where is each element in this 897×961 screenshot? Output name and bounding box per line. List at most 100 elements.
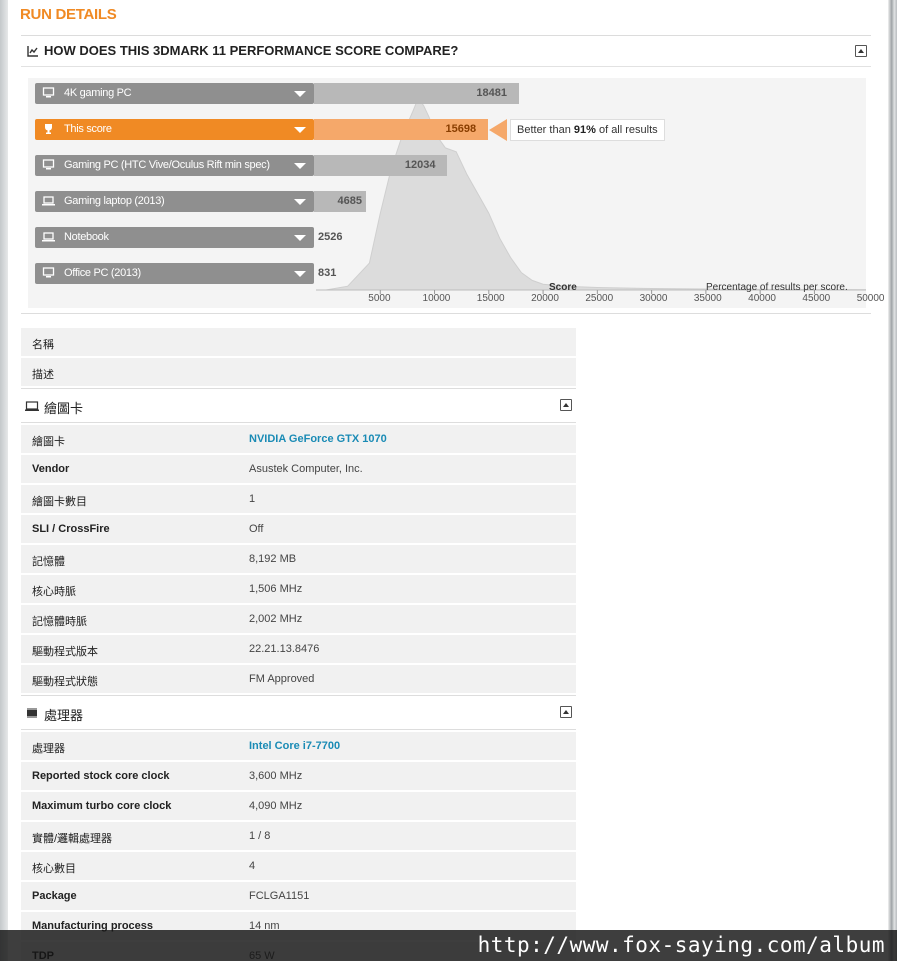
info-row: 驅動程式版本 22.21.13.8476 (21, 635, 576, 665)
chevron-down-icon (294, 199, 306, 205)
info-key: Maximum turbo core clock (32, 800, 172, 812)
better-than-arrow (489, 119, 507, 141)
comparison-dropdown[interactable]: Gaming PC (HTC Vive/Oculus Rift min spec… (35, 155, 314, 176)
info-key: 驅動程式狀態 (32, 676, 98, 688)
info-key: 繪圖卡 (32, 436, 65, 448)
score-bar: 12034 (314, 155, 448, 176)
score-value: 18481 (476, 87, 507, 99)
comparison-dropdown[interactable]: 4K gaming PC (35, 83, 314, 104)
info-row: 實體/邏輯處理器 1 / 8 (21, 822, 576, 852)
info-value: 1,506 MHz (249, 583, 303, 595)
x-tick-label: 15000 (476, 293, 505, 304)
monitor-icon (42, 87, 55, 98)
chevron-down-icon (294, 91, 306, 97)
score-bar: 831 (314, 263, 354, 284)
info-value-link[interactable]: Intel Core i7-7700 (249, 740, 340, 752)
cpu-section-title: 處理器 (44, 708, 84, 723)
score-bar: 18481 (314, 83, 519, 104)
detail-row-name: 名稱 (21, 328, 576, 358)
watermark-bar: http://www.fox-saying.com/album (0, 930, 897, 961)
detail-row-description: 描述 (21, 358, 576, 388)
better-than-suffix: of all results (595, 124, 658, 136)
gpu-section-title: 繪圖卡 (44, 401, 84, 416)
detail-key: 名稱 (32, 339, 54, 351)
info-row: 驅動程式狀態 FM Approved (21, 665, 576, 695)
info-row: 核心時脈 1,506 MHz (21, 575, 576, 605)
x-tick-label: 40000 (748, 293, 776, 304)
run-details-heading: RUN DETAILS (20, 6, 117, 23)
info-row: 繪圖卡數目 1 (21, 485, 576, 515)
info-value: 22.21.13.8476 (249, 643, 320, 655)
info-value: 3,600 MHz (249, 770, 303, 782)
comparison-label: 4K gaming PC (64, 87, 132, 99)
info-key: Package (32, 890, 77, 902)
info-key: 核心數目 (32, 863, 76, 875)
gpu-section-header: 繪圖卡 (21, 388, 576, 423)
score-bar: 4685 (314, 191, 366, 212)
laptop-icon (42, 196, 55, 206)
info-value: 8,192 MB (249, 553, 297, 565)
details-table: 名稱 描述 繪圖卡 繪圖卡 NVIDIA GeForce GTX 1070 Vend… (21, 328, 576, 961)
trophy-icon (45, 124, 52, 134)
info-value: 4 (249, 860, 256, 872)
info-key: SLI / CrossFire (32, 523, 110, 535)
comparison-label: Notebook (64, 231, 109, 243)
info-row: Maximum turbo core clock 4,090 MHz (21, 792, 576, 822)
chevron-down-icon (294, 127, 306, 133)
x-tick-label: 50000 (856, 293, 885, 304)
x-tick-label: 10000 (422, 293, 451, 304)
info-key: 驅動程式版本 (32, 646, 98, 658)
comparison-dropdown[interactable]: This score (35, 119, 314, 140)
info-key: Vendor (32, 463, 70, 475)
comparison-dropdown[interactable]: Office PC (2013) (35, 263, 314, 284)
info-key: 記憶體 (32, 556, 65, 568)
info-row: 記憶體 8,192 MB (21, 545, 576, 575)
x-tick-label: 35000 (693, 293, 722, 304)
comparison-label: Gaming laptop (2013) (64, 195, 165, 207)
x-tick-label: 5000 (368, 293, 391, 304)
info-value: 4,090 MHz (249, 800, 303, 812)
comparison-dropdown[interactable]: Gaming laptop (2013) (35, 191, 314, 212)
monitor-icon (25, 401, 39, 411)
laptop-icon (42, 232, 55, 242)
detail-key: 描述 (32, 369, 54, 381)
cpu-section-header: 處理器 (21, 695, 576, 730)
info-row: 處理器 Intel Core i7-7700 (21, 732, 576, 762)
comparison-label: Office PC (2013) (64, 267, 141, 279)
watermark-text: http://www.fox-saying.com/album (477, 933, 885, 957)
x-tick-label: 25000 (585, 293, 614, 304)
collapse-cpu-button[interactable] (560, 706, 572, 718)
score-value: 15698 (445, 123, 477, 135)
info-row: 記憶體時脈 2,002 MHz (21, 605, 576, 635)
comparison-dropdown[interactable]: Notebook (35, 227, 314, 248)
score-value: 12034 (404, 159, 436, 171)
info-value: 2,002 MHz (249, 613, 303, 625)
score-bar: 2526 (314, 227, 354, 248)
chevron-down-icon (294, 271, 306, 277)
collapse-gpu-button[interactable] (560, 399, 572, 411)
better-than-percent: 91% (573, 124, 596, 136)
info-key: Reported stock core clock (32, 770, 170, 782)
page-background-right (888, 0, 897, 961)
info-key: 核心時脈 (32, 586, 76, 598)
collapse-compare-button[interactable] (855, 45, 867, 57)
run-details-page: RUN DETAILS HOW DOES THIS 3DMARK 11 PERF… (8, 0, 888, 961)
page-background-left (0, 0, 8, 961)
info-key: 處理器 (32, 743, 65, 755)
info-row: Reported stock core clock 3,600 MHz (21, 762, 576, 792)
x-tick-label: 45000 (802, 293, 831, 304)
chevron-down-icon (294, 163, 306, 169)
score-value: 4685 (337, 195, 362, 207)
score-bar: 15698 (314, 119, 489, 140)
info-key: 實體/邏輯處理器 (32, 833, 113, 845)
info-value: Asustek Computer, Inc. (249, 463, 363, 475)
percentage-label: Percentage of results per score. (706, 282, 848, 293)
info-value-link[interactable]: NVIDIA GeForce GTX 1070 (249, 433, 387, 445)
info-row: SLI / CrossFire Off (21, 515, 576, 545)
comparison-label: Gaming PC (HTC Vive/Oculus Rift min spec… (64, 159, 270, 171)
better-than-prefix: Better than (517, 124, 574, 136)
x-tick-label: 20000 (531, 293, 559, 304)
compare-title: HOW DOES THIS 3DMARK 11 PERFORMANCE SCOR… (44, 43, 459, 58)
info-key: 繪圖卡數目 (32, 496, 87, 508)
compare-section-header: HOW DOES THIS 3DMARK 11 PERFORMANCE SCOR… (21, 35, 871, 67)
